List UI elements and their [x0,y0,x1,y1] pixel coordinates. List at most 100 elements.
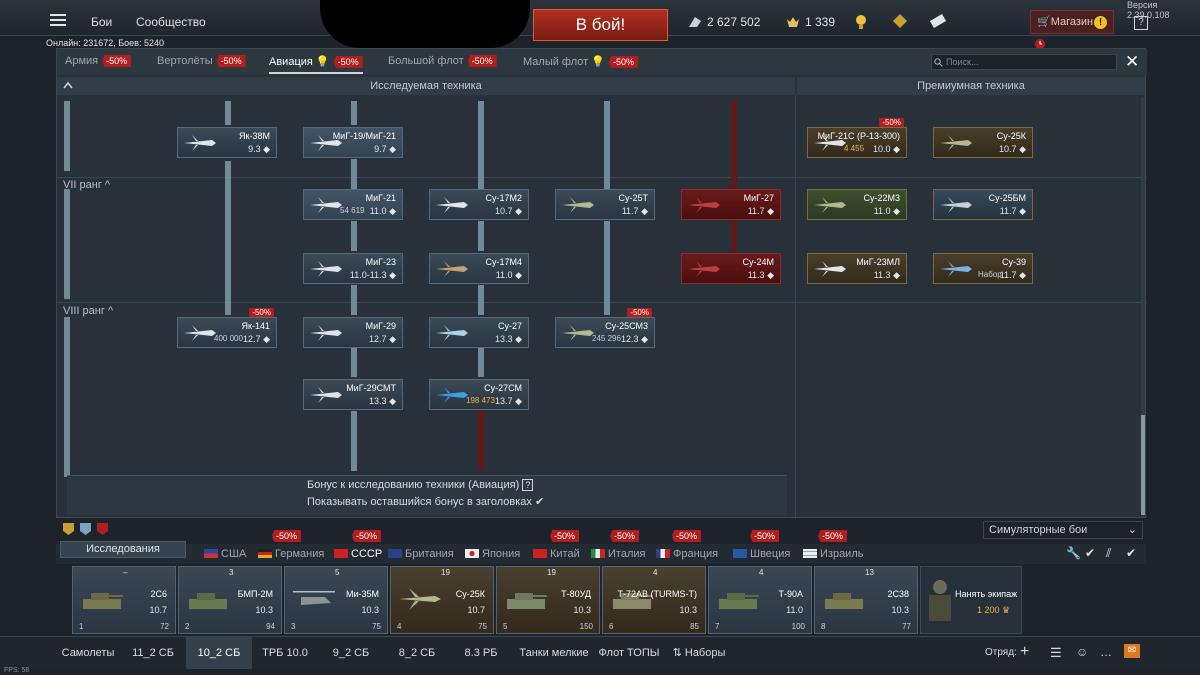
nation-label: Франция [673,548,719,560]
nation-britain[interactable]: Британия [388,548,454,560]
menu-battles[interactable]: Бои [91,15,112,29]
tab-bluewater-fleet[interactable]: Большой флот -50% [388,55,497,67]
game-mode-select[interactable]: Симуляторные бои ⌄ [983,521,1143,539]
nation-label: Германия [275,548,325,560]
list-icon[interactable]: ☰ [1050,645,1062,661]
crew-slot-8[interactable]: 13 2С38 10.3 8 77 [814,566,918,634]
vehicle-mig-21[interactable]: МиГ-21 54 619 11.0 ◆ [303,189,403,220]
preset-tab[interactable]: Танки мелкие [512,637,596,669]
rank-divider [57,302,1147,303]
tab-army[interactable]: Армия -50% [65,55,132,67]
nation-italy[interactable]: Италия [591,548,645,560]
vehicle-su-25t[interactable]: Су-25Т 11.7 ◆ [555,189,655,220]
wrench-icon[interactable]: 🔧 [1066,546,1081,560]
to-battle-button[interactable]: В бой! [533,9,668,41]
collapse-up-icon[interactable] [63,81,73,89]
preset-tab[interactable]: Флот ТОПЫ [596,637,662,669]
rank-vii-label[interactable]: VII ранг ^ [63,179,110,191]
vehicle-su-17m2[interactable]: Су-17М2 10.7 ◆ [429,189,529,220]
nation-israel[interactable]: Израиль [803,548,863,560]
nation-ussr[interactable]: СССР [334,548,382,560]
preset-tab[interactable]: 9_2 СБ [318,637,384,669]
repair-icon[interactable]: ⫽ [1106,546,1111,561]
tab-label: Большой флот [388,55,464,67]
friends-icon[interactable]: ☺ [1076,645,1088,659]
vehicle-mig-23[interactable]: МиГ-23 11.0-11.3 ◆ [303,253,403,284]
menu-icon[interactable] [50,14,66,26]
vehicle-mig-29[interactable]: МиГ-29 12.7 ◆ [303,317,403,348]
tab-coastal-fleet[interactable]: Малый флот 💡 -50% [523,55,638,68]
vehicle-mig-19-mig-21[interactable]: МиГ-19/МиГ-21 9.7 ◆ [303,127,403,158]
research-bonus-label: Бонус к исследованию техники (Авиация) ? [307,479,534,491]
crew-slot-1[interactable]: – 2С6 10.7 1 72 [72,566,176,634]
tree-line [351,347,357,377]
bonus-help-button[interactable]: ? [522,479,534,491]
vehicle-su-24m[interactable]: Су-24М 11.3 ◆ [681,253,781,284]
rank-icon[interactable] [893,14,907,28]
tab-helicopters[interactable]: Вертолёты -50% [157,55,246,67]
vehicle-mig-21s[interactable]: -50% МиГ-21С (Р-13-300) 4 455 10.0 ◆ [807,118,907,158]
vehicle-su-39[interactable]: Су-39 Набор 11.7 ◆ [933,253,1033,284]
rank-viii-label[interactable]: VIII ранг ^ [63,305,113,317]
crew-slot-4[interactable]: 19 Су-25К 10.7 4 75 [390,566,494,634]
vehicle-br: 13.3 ◆ [369,396,396,406]
vehicle-su-25sm3[interactable]: -50% Су-25СМ3 245 296 12.3 ◆ [555,308,655,348]
menu-community[interactable]: Сообщество [136,15,206,29]
nation-label: Япония [482,548,521,560]
presets-button[interactable]: ⇅ Наборы [664,637,734,669]
vehicle-name: Су-24М [742,257,774,267]
add-squad-icon[interactable]: + [1020,643,1029,661]
preset-tab[interactable]: 8_2 СБ [384,637,450,669]
vehicle-su-17m4[interactable]: Су-17М4 11.0 ◆ [429,253,529,284]
chat-icon[interactable]: … [1100,645,1112,659]
nation-usa[interactable]: США [204,548,246,560]
preset-tab[interactable]: ТРБ 10.0 [252,637,318,669]
preset-tab[interactable]: 11_2 СБ [120,637,186,669]
vehicle-su-25k[interactable]: Су-25К 10.7 ◆ [933,127,1033,158]
plane-icon [399,588,441,610]
mail-icon[interactable]: ✉ [1124,644,1140,658]
hire-crew-button[interactable]: Нанять экипаж 1 200 ♛ [920,566,1022,634]
nation-sweden[interactable]: Швеция [733,548,790,560]
preset-tab-active[interactable]: 10_2 СБ [186,637,252,669]
crew-slot-3[interactable]: 5 Ми-35М 10.3 3 75 [284,566,388,634]
rank-label: VIII ранг [63,305,105,317]
lightbulb-icon[interactable] [855,14,867,30]
crew-slot-2[interactable]: 3 БМП-2М 10.3 2 94 [178,566,282,634]
shop-button[interactable]: 🛒Магазин ! [1030,10,1114,34]
research-toggle[interactable]: Исследования [60,541,186,558]
preset-tab[interactable]: 8.3 РБ [450,637,512,669]
vehicle-su-27[interactable]: Су-27 13.3 ◆ [429,317,529,348]
check-icon[interactable]: ✔ [1085,546,1095,560]
nation-germany[interactable]: Германия [258,548,324,560]
vehicle-mig-23ml[interactable]: МиГ-23МЛ 11.3 ◆ [807,253,907,284]
crew-slot-6[interactable]: 4 Т-72АВ (TURMS-T) 10.3 6 85 [602,566,706,634]
preset-tab[interactable]: Самолеты [52,637,124,669]
vehicle-su-22m3[interactable]: Су-22М3 11.0 ◆ [807,189,907,220]
vehicle-mig-27[interactable]: МиГ-27 11.7 ◆ [681,189,781,220]
show-bonus-toggle[interactable]: Показывать оставшийся бонус в заголовках… [307,495,544,508]
search-input[interactable]: Поиск... [931,54,1117,70]
eagle-value: 1 339 [805,15,836,29]
vehicle-su-27sm[interactable]: Су-27СМ 198 473 13.7 ◆ [429,379,529,410]
crew-slot-7[interactable]: 4 Т-90А 11.0 7 100 [708,566,812,634]
flag-sweden-icon [733,549,747,558]
flag-china-icon [533,549,547,558]
nation-china[interactable]: Китай [533,548,580,560]
coupon-icon[interactable] [930,14,946,28]
nation-france[interactable]: Франция [656,548,718,560]
crew-slot-5[interactable]: 19 Т-80УД 10.3 5 150 [496,566,600,634]
vehicle-yak-141[interactable]: -50% Як-141 400 000 12.7 ◆ [177,308,277,348]
vehicle-yak-38m[interactable]: Як-38М 9.3 ◆ [177,127,277,158]
scrollbar-thumb[interactable] [1141,415,1145,515]
tab-aviation[interactable]: Авиация 💡 -50% [269,55,363,74]
vehicle-mig-29smt[interactable]: МиГ-29СМТ 13.3 ◆ [303,379,403,410]
slot-br: 10.3 [891,605,909,615]
check-icon[interactable]: ✔ [1126,546,1136,560]
nation-japan[interactable]: Япония [465,548,520,560]
vehicle-su-25bm[interactable]: Су-25БМ 11.7 ◆ [933,189,1033,220]
slot-name: Т-72АВ (TURMS-T) [617,589,698,599]
slot-count: 4 [653,568,658,577]
slot-exp: 75 [478,622,487,631]
close-button[interactable]: ✕ [1125,53,1139,70]
